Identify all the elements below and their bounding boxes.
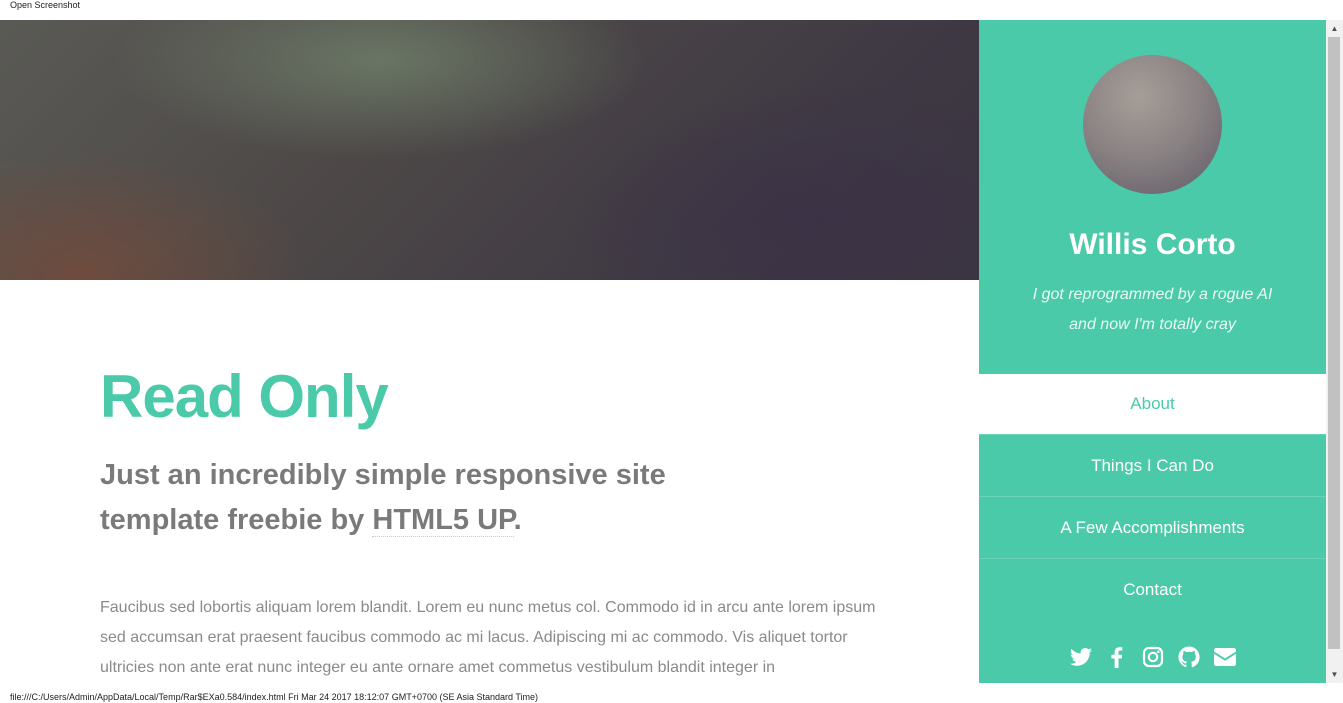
status-bar: file:///C:/Users/Admin/AppData/Local/Tem… [0,683,1343,703]
nav-item-contact[interactable]: Contact [979,558,1326,620]
nav-item-about[interactable]: About [979,374,1326,434]
social-links [979,645,1326,669]
profile-name: Willis Corto [1069,228,1236,261]
twitter-icon[interactable] [1069,645,1093,669]
tagline-line-2: and now I'm totally cray [1069,316,1236,333]
header-banner-image [0,20,979,280]
sidebar-nav: About Things I Can Do A Few Accomplishme… [979,374,1326,620]
html5up-link[interactable]: HTML5 UP [372,504,514,537]
nav-item-things-i-can-do[interactable]: Things I Can Do [979,434,1326,496]
facebook-icon[interactable] [1105,645,1129,669]
open-screenshot-label[interactable]: Open Screenshot [10,0,80,10]
avatar [1083,55,1222,194]
intro-paragraph: Faucibus sed lobortis aliquam lorem blan… [100,599,876,676]
instagram-icon[interactable] [1141,645,1165,669]
nav-item-accomplishments[interactable]: A Few Accomplishments [979,496,1326,558]
scroll-down-arrow-icon[interactable]: ▼ [1326,666,1343,683]
subtitle-period: . [513,504,522,536]
page-subtitle: Just an incredibly simple responsive sit… [100,453,720,543]
scroll-up-arrow-icon[interactable]: ▲ [1326,20,1343,37]
page-title: Read Only [100,363,389,430]
github-icon[interactable] [1177,645,1201,669]
email-icon[interactable] [1213,645,1237,669]
tagline-line-1: I got reprogrammed by a rogue AI [1032,286,1273,303]
main-content: Read Only Just an incredibly simple resp… [0,280,979,683]
status-url-text: file:///C:/Users/Admin/AppData/Local/Tem… [10,692,539,702]
profile-tagline: I got reprogrammed by a rogue AI and now… [979,280,1326,340]
scrollbar-thumb[interactable] [1328,37,1340,649]
vertical-scrollbar[interactable]: ▲ ▼ [1326,20,1343,683]
screenshot-header: Open Screenshot [0,0,1343,20]
sidebar: Willis Corto I got reprogrammed by a rog… [979,20,1326,683]
